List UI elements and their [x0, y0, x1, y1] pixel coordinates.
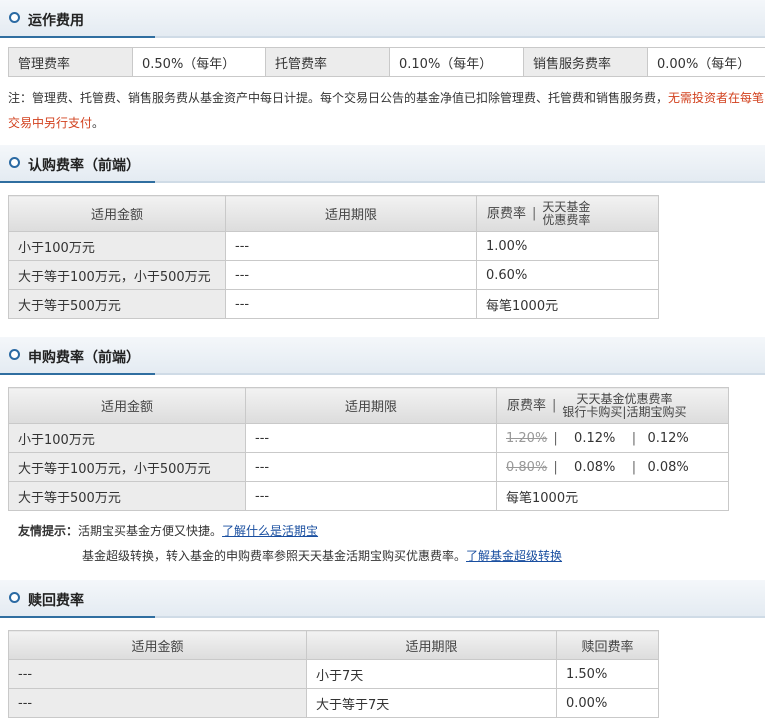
amount-cell: 大于等于100万元，小于500万元: [8, 452, 246, 482]
huoqibao-label: 活期宝购买: [626, 404, 687, 419]
table-row: 大于等于500万元 --- 每笔1000元: [8, 289, 659, 319]
period-cell: ---: [245, 423, 497, 453]
fee-label: 托管费率: [265, 47, 390, 77]
section-underline: [0, 373, 155, 375]
what-is-huoqibao-link[interactable]: 了解什么是活期宝: [222, 524, 318, 538]
section-header-redeem: 赎回费率: [0, 580, 765, 618]
period-cell: ---: [225, 231, 477, 261]
period-cell: 大于等于7天: [306, 688, 557, 718]
period-cell: ---: [225, 289, 477, 319]
section-underline: [0, 181, 155, 183]
section-header-ops: 运作费用: [0, 0, 765, 38]
tip-text: 活期宝买基金方便又快捷。: [78, 524, 223, 538]
tip-text: 基金超级转换，转入基金的申购费率参照天天基金活期宝购买优惠费率。: [82, 549, 467, 563]
discount-rate-label: 天天基金优惠费率 银行卡购买|活期宝购买: [562, 391, 687, 419]
amount-cell: ---: [8, 688, 307, 718]
orig-rate-label: 原费率: [487, 206, 527, 221]
subscribe-fee-table: 适用金额 适用期限 原费率 | 天天基金 优惠费率 小于100万元 --- 1.00%…: [8, 195, 659, 319]
circle-bullet-icon: [9, 592, 20, 603]
amount-cell: 小于100万元: [8, 423, 246, 453]
section-header-subscribe: 认购费率（前端）: [0, 145, 765, 183]
rate-cell: 0.60%: [476, 260, 659, 290]
orig-rate: 0.80%: [506, 459, 548, 475]
table-row: 大于等于100万元，小于500万元 --- 0.60%: [8, 260, 659, 290]
amount-cell: 大于等于500万元: [8, 289, 226, 319]
fee-value: 0.00%（每年）: [647, 47, 765, 77]
col-header-rate: 原费率 | 天天基金优惠费率 银行卡购买|活期宝购买: [496, 387, 729, 424]
table-row: --- 小于7天 1.50%: [8, 659, 659, 689]
ops-fee-table: 管理费率 0.50%（每年） 托管费率 0.10%（每年） 销售服务费率 0.0…: [8, 47, 765, 77]
section-title: 赎回费率: [28, 593, 84, 609]
purchase-fee-table: 适用金额 适用期限 原费率 | 天天基金优惠费率 银行卡购买|活期宝购买 小于100万…: [8, 387, 729, 511]
discount-label-line2: 优惠费率: [542, 212, 591, 227]
fee-label: 管理费率: [8, 47, 133, 77]
section-title: 认购费率（前端）: [28, 158, 140, 174]
bank-card-label: 银行卡购买: [562, 404, 623, 419]
fee-value: 0.10%（每年）: [389, 47, 524, 77]
col-header-rate: 原费率 | 天天基金 优惠费率: [476, 195, 659, 232]
rate-cell: 1.00%: [476, 231, 659, 261]
fee-label: 销售服务费率: [523, 47, 648, 77]
note-text: 注：管理费、托管费、销售服务费从基金资产中每日计提。每个交易日公告的基金净值已扣…: [8, 91, 669, 105]
note-text: 。: [92, 116, 105, 130]
rate-cell: 0.00%: [556, 688, 659, 718]
huoqibao-rate: 0.08%: [647, 459, 689, 475]
redeem-fee-table: 适用金额 适用期限 赎回费率 --- 小于7天 1.50% --- 大于等于7天…: [8, 630, 659, 718]
circle-bullet-icon: [9, 12, 20, 23]
rate-cell: 每笔1000元: [476, 289, 659, 319]
section-underline: [0, 36, 155, 38]
tip-label: 友情提示：: [18, 524, 79, 538]
amount-cell: 大于等于100万元，小于500万元: [8, 260, 226, 290]
circle-bullet-icon: [9, 157, 20, 168]
bank-rate: 0.12%: [574, 430, 616, 446]
ops-note: 注：管理费、托管费、销售服务费从基金资产中每日计提。每个交易日公告的基金净值已扣…: [8, 86, 765, 136]
col-header-period: 适用期限: [306, 630, 557, 660]
amount-cell: 小于100万元: [8, 231, 226, 261]
rate-cell: 0.80% | 0.08% | 0.08%: [496, 452, 729, 482]
fee-value: 0.50%（每年）: [132, 47, 266, 77]
huoqibao-rate: 0.12%: [647, 430, 689, 446]
super-conversion-link[interactable]: 了解基金超级转换: [466, 549, 562, 563]
orig-rate-label: 原费率: [507, 398, 547, 413]
discount-rate-label: 天天基金 优惠费率: [542, 199, 591, 227]
section-title: 运作费用: [28, 13, 84, 29]
section-underline: [0, 616, 155, 618]
table-row: 小于100万元 --- 1.20% | 0.12% | 0.12%: [8, 423, 729, 453]
discount-label-line1: 天天基金优惠费率: [576, 391, 673, 406]
col-header-amount: 适用金额: [8, 387, 246, 424]
col-header-period: 适用期限: [225, 195, 477, 232]
section-header-purchase: 申购费率（前端）: [0, 337, 765, 375]
purchase-tips: 友情提示：活期宝买基金方便又快捷。了解什么是活期宝 基金超级转换，转入基金的申购…: [18, 519, 562, 569]
col-header-amount: 适用金额: [8, 630, 307, 660]
rate-cell: 1.50%: [556, 659, 659, 689]
section-title: 申购费率（前端）: [28, 350, 140, 366]
col-header-period: 适用期限: [245, 387, 497, 424]
table-row: --- 大于等于7天 0.00%: [8, 688, 659, 718]
table-row: 大于等于100万元，小于500万元 --- 0.80% | 0.08% | 0.08%: [8, 452, 729, 482]
period-cell: ---: [245, 481, 497, 511]
period-cell: ---: [225, 260, 477, 290]
amount-cell: 大于等于500万元: [8, 481, 246, 511]
col-header-rate: 赎回费率: [556, 630, 659, 660]
rate-cell: 每笔1000元: [496, 481, 729, 511]
period-cell: 小于7天: [306, 659, 557, 689]
table-row: 小于100万元 --- 1.00%: [8, 231, 659, 261]
circle-bullet-icon: [9, 349, 20, 360]
rate-cell: 1.20% | 0.12% | 0.12%: [496, 423, 729, 453]
table-row: 大于等于500万元 --- 每笔1000元: [8, 481, 729, 511]
amount-cell: ---: [8, 659, 307, 689]
bank-rate: 0.08%: [574, 459, 616, 475]
col-header-amount: 适用金额: [8, 195, 226, 232]
period-cell: ---: [245, 452, 497, 482]
note-highlight: 无需投资者在每笔: [668, 91, 765, 105]
discount-label-line1: 天天基金: [542, 199, 591, 214]
note-highlight: 交易中另行支付: [8, 116, 93, 130]
orig-rate: 1.20%: [506, 430, 548, 446]
